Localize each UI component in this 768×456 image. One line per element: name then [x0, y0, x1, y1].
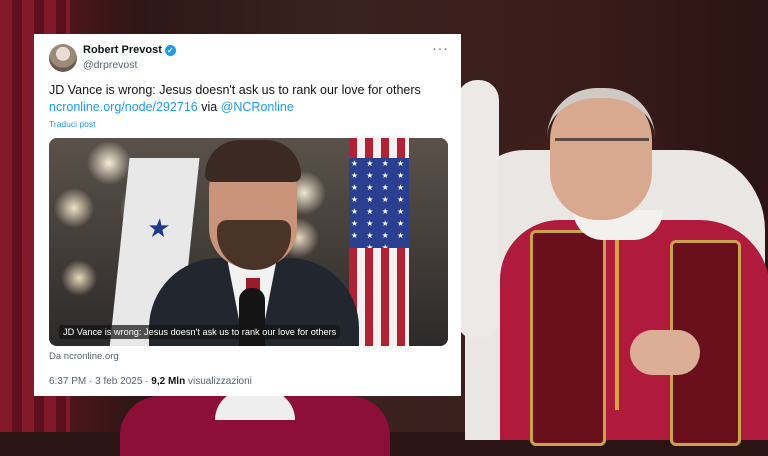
verified-badge-icon: ✓	[164, 44, 176, 56]
pope-photo	[399, 0, 768, 446]
avatar[interactable]	[49, 44, 77, 72]
raised-arm	[399, 80, 499, 340]
author-handle[interactable]: @drprevost	[83, 59, 137, 71]
mention-link[interactable]: @NCRonline	[221, 100, 294, 114]
author-name-text[interactable]: Robert Prevost	[83, 44, 162, 56]
more-horizontal-icon[interactable]: ···	[432, 40, 449, 56]
views-label: visualizzazioni	[187, 376, 252, 387]
tweet-text: JD Vance is wrong: Jesus doesn't ask us …	[49, 83, 421, 97]
link-preview-card[interactable]: ★ ★ ★ ★ ★ ★ ★ ★ ★ ★ ★ ★ ★ ★ ★ ★ ★ ★ ★ ★ …	[49, 138, 448, 346]
embroidered-stole-left	[530, 230, 606, 446]
translate-post-link[interactable]: Traduci post	[49, 119, 95, 129]
pectoral-cord	[615, 230, 619, 410]
front-hand	[630, 330, 700, 375]
glasses	[555, 138, 649, 163]
timestamp[interactable]: 6:37 PM · 3 feb 2025 ·	[49, 376, 151, 387]
lower-cleric-figure	[120, 390, 390, 456]
views-count: 9,2 Mln	[151, 376, 186, 387]
us-flag: ★ ★ ★ ★ ★ ★ ★ ★ ★ ★ ★ ★ ★ ★ ★ ★ ★ ★ ★ ★ …	[349, 138, 409, 346]
man-hair	[205, 140, 301, 182]
link-source[interactable]: Da ncronline.org	[49, 351, 119, 362]
pope-hair	[547, 88, 655, 138]
media-caption: JD Vance is wrong: Jesus doesn't ask us …	[59, 325, 341, 339]
tweet-text-links: ncronline.org/node/292716 via @NCRonline	[49, 100, 294, 114]
author-name[interactable]: Robert Prevost ✓	[83, 44, 176, 56]
tweet-card: Robert Prevost ✓ @drprevost ··· JD Vance …	[34, 34, 461, 396]
star-icon: ★	[145, 213, 173, 243]
via-text: via	[201, 100, 218, 114]
flag-canton: ★ ★ ★ ★ ★ ★ ★ ★ ★ ★ ★ ★ ★ ★ ★ ★ ★ ★ ★ ★ …	[349, 158, 409, 248]
tweet-metadata: 6:37 PM · 3 feb 2025 · 9,2 Mln visualizz…	[49, 376, 252, 387]
article-link[interactable]: ncronline.org/node/292716	[49, 100, 198, 114]
